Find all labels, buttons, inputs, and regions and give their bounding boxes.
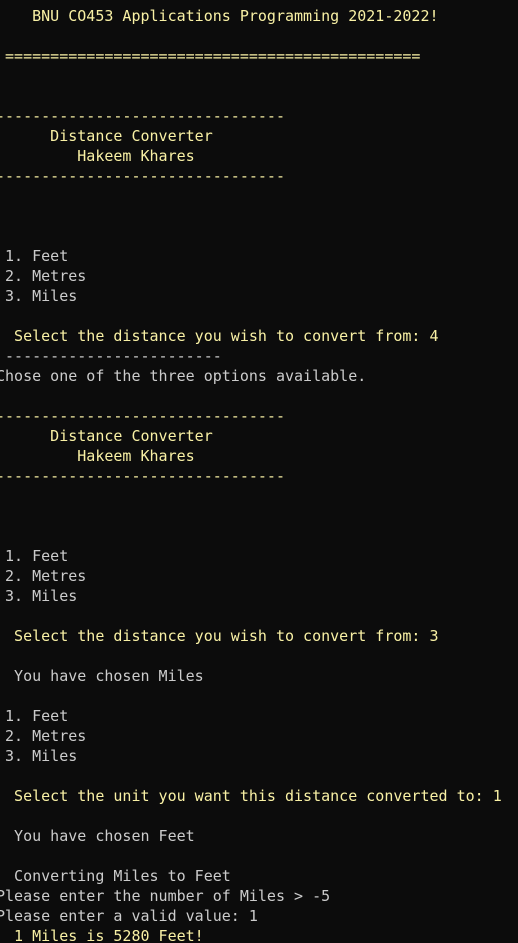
- console-line: 1. Feet: [0, 247, 69, 265]
- console-line: Chose one of the three options available…: [0, 367, 367, 385]
- console-output: ========================================…: [0, 0, 502, 943]
- console-line: 3. Miles: [0, 587, 78, 605]
- console-line: Select the distance you wish to convert …: [0, 327, 439, 345]
- console-line: --------------------------------: [0, 107, 285, 125]
- console-line: 3. Miles: [0, 287, 78, 305]
- console-line: 1. Feet: [0, 707, 69, 725]
- console-line: Distance Converter: [0, 427, 213, 445]
- console-line: --------------------------------: [0, 167, 285, 185]
- console-line: 2. Metres: [0, 267, 87, 285]
- console-line: 1 Miles is 5280 Feet!: [0, 927, 204, 943]
- console-line: 2. Metres: [0, 727, 87, 745]
- console-line: Select the distance you wish to convert …: [0, 627, 439, 645]
- console-line: ------------------------: [0, 347, 222, 365]
- console-line: You have chosen Feet: [0, 827, 195, 845]
- console-window[interactable]: ========================================…: [0, 0, 518, 943]
- console-line: --------------------------------: [0, 467, 285, 485]
- console-line: Select the unit you want this distance c…: [0, 787, 502, 805]
- console-line: Hakeem Khares: [0, 147, 195, 165]
- console-line: 1. Feet: [0, 547, 69, 565]
- console-line: 3. Miles: [0, 747, 78, 765]
- console-line: Please enter the number of Miles > -5: [0, 887, 331, 905]
- console-line: --------------------------------: [0, 407, 285, 425]
- console-line: You have chosen Miles: [0, 667, 204, 685]
- console-line: ========================================…: [0, 47, 421, 65]
- console-line: Distance Converter: [0, 127, 213, 145]
- console-line: 2. Metres: [0, 567, 87, 585]
- console-line: Converting Miles to Feet: [0, 867, 231, 885]
- console-line: Please enter a valid value: 1: [0, 907, 258, 925]
- console-line: BNU CO453 Applications Programming 2021-…: [0, 7, 439, 25]
- console-line: Hakeem Khares: [0, 447, 195, 465]
